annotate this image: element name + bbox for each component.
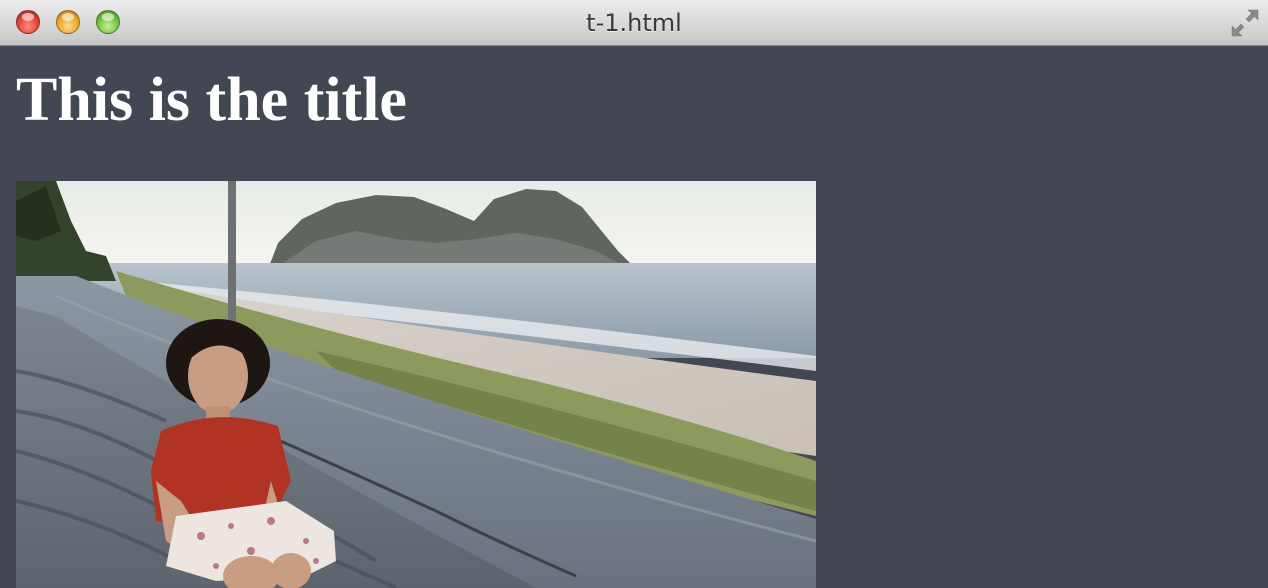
photo-image xyxy=(16,181,816,588)
page-content: This is the title xyxy=(0,46,1268,588)
window-title: t-1.html xyxy=(586,9,682,37)
title-bar[interactable]: t-1.html xyxy=(0,0,1268,46)
browser-window: t-1.html This is the title xyxy=(0,0,1268,588)
fullscreen-icon[interactable] xyxy=(1230,8,1260,38)
page-title: This is the title xyxy=(16,66,407,134)
